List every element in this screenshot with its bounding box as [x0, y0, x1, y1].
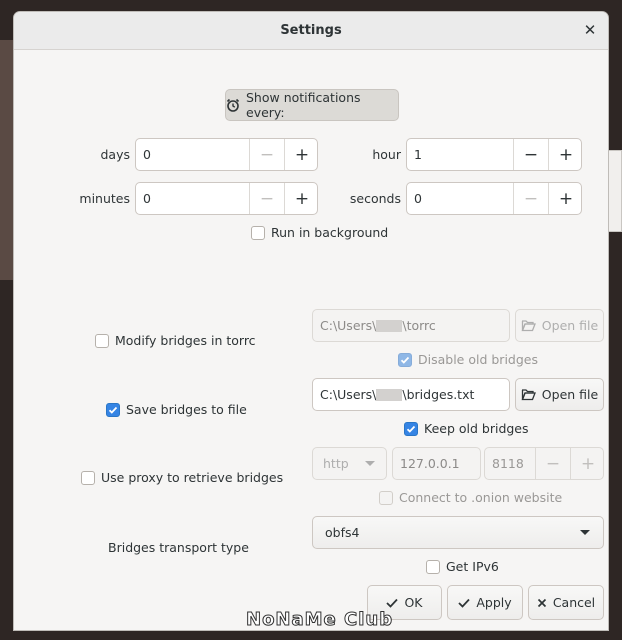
transport-type-value: obfs4 — [325, 525, 360, 540]
run-in-background-label: Run in background — [271, 225, 389, 240]
torrc-path-prefix: C:\Users\ — [320, 318, 377, 333]
keep-old-bridges-label: Keep old bridges — [424, 421, 529, 436]
connect-onion-label: Connect to .onion website — [399, 490, 563, 505]
get-ipv6-checkbox[interactable]: Get IPv6 — [426, 559, 499, 574]
hour-increment-icon[interactable]: + — [548, 139, 583, 170]
run-in-background-checkbox[interactable]: Run in background — [251, 225, 388, 240]
port-decrement-icon: − — [535, 448, 570, 479]
proxy-type-dropdown[interactable]: http — [312, 447, 387, 480]
save-bridges-label: Save bridges to file — [126, 402, 247, 417]
minutes-decrement-icon: − — [249, 183, 284, 214]
alarm-clock-icon — [226, 98, 240, 112]
close-icon — [537, 598, 547, 608]
cancel-button[interactable]: Cancel — [528, 585, 604, 620]
hour-spinner[interactable]: 1 − + — [406, 138, 582, 171]
bridges-open-file-button[interactable]: Open file — [515, 378, 604, 411]
use-proxy-checkbox[interactable]: Use proxy to retrieve bridges — [81, 470, 283, 485]
folder-open-icon — [521, 388, 536, 401]
modify-bridges-box[interactable] — [95, 333, 109, 348]
torrc-open-file-button[interactable]: Open file — [515, 309, 604, 342]
background-window-left — [0, 40, 14, 280]
proxy-type-value: http — [323, 456, 349, 471]
days-spinner[interactable]: 0 − + — [135, 138, 318, 171]
minutes-spinner[interactable]: 0 − + — [135, 182, 318, 215]
show-notifications-button[interactable]: Show notifications every: — [225, 89, 399, 121]
hour-value[interactable]: 1 — [414, 139, 422, 170]
save-bridges-checkbox[interactable]: Save bridges to file — [106, 402, 247, 417]
seconds-value[interactable]: 0 — [414, 183, 422, 214]
days-label: days — [100, 147, 130, 162]
torrc-path-suffix: \torrc — [402, 318, 436, 333]
torrc-open-file-label: Open file — [541, 318, 599, 333]
transport-type-dropdown[interactable]: obfs4 — [312, 516, 604, 549]
apply-button[interactable]: Apply — [447, 585, 523, 620]
save-bridges-box[interactable] — [106, 402, 120, 417]
connect-onion-checkbox[interactable]: Connect to .onion website — [379, 490, 562, 505]
proxy-port-spinner[interactable]: 8118 − + — [484, 447, 604, 480]
minutes-value[interactable]: 0 — [143, 183, 151, 214]
get-ipv6-label: Get IPv6 — [446, 559, 499, 574]
minutes-label: minutes — [79, 191, 130, 206]
proxy-host-value: 127.0.0.1 — [400, 456, 460, 471]
modify-bridges-label: Modify bridges in torrc — [115, 333, 256, 348]
seconds-spinner[interactable]: 0 − + — [406, 182, 582, 215]
days-decrement-icon: − — [249, 139, 284, 170]
days-increment-icon[interactable]: + — [284, 139, 319, 170]
keep-old-bridges-box[interactable] — [404, 421, 418, 436]
seconds-label: seconds — [349, 191, 401, 206]
minutes-increment-icon[interactable]: + — [284, 183, 319, 214]
keep-old-bridges-checkbox[interactable]: Keep old bridges — [404, 421, 529, 436]
bridges-path-suffix: \bridges.txt — [402, 387, 475, 402]
run-in-background-box[interactable] — [251, 225, 265, 240]
use-proxy-box[interactable] — [81, 470, 95, 485]
hour-label: hour — [372, 147, 401, 162]
chevron-down-icon — [579, 529, 591, 536]
chevron-down-icon — [364, 460, 376, 467]
seconds-increment-icon[interactable]: + — [548, 183, 583, 214]
disable-old-bridges-box[interactable] — [398, 352, 412, 367]
show-notifications-label: Show notifications every: — [246, 90, 361, 120]
settings-dialog: Settings ✕ Show notifications every: day… — [13, 11, 609, 631]
modify-bridges-checkbox[interactable]: Modify bridges in torrc — [95, 333, 256, 348]
proxy-port-value: 8118 — [492, 456, 524, 471]
bridges-file-path-field[interactable]: C:\Users\ \bridges.txt — [312, 378, 510, 411]
connect-onion-box[interactable] — [379, 490, 393, 505]
redacted-username — [376, 319, 403, 332]
window-title: Settings — [280, 23, 342, 38]
ok-label: OK — [404, 595, 423, 610]
seconds-decrement-icon: − — [513, 183, 548, 214]
title-bar: Settings ✕ — [14, 12, 608, 50]
apply-label: Apply — [476, 595, 512, 610]
check-icon — [386, 598, 399, 608]
use-proxy-label: Use proxy to retrieve bridges — [101, 470, 284, 485]
transport-type-label: Bridges transport type — [108, 540, 249, 555]
folder-open-icon — [521, 319, 536, 332]
days-value[interactable]: 0 — [143, 139, 151, 170]
bridges-path-prefix: C:\Users\ — [320, 387, 377, 402]
disable-old-bridges-label: Disable old bridges — [418, 352, 538, 367]
check-icon — [458, 598, 471, 608]
cancel-label: Cancel — [552, 595, 596, 610]
torrc-path-field[interactable]: C:\Users\ \torrc — [312, 309, 510, 342]
proxy-host-field[interactable]: 127.0.0.1 — [392, 447, 481, 480]
disable-old-bridges-checkbox[interactable]: Disable old bridges — [398, 352, 538, 367]
get-ipv6-box[interactable] — [426, 559, 440, 574]
watermark: NoNaMe Club — [245, 609, 394, 631]
close-icon[interactable]: ✕ — [580, 20, 600, 40]
redacted-username — [376, 388, 403, 401]
port-increment-icon: + — [570, 448, 605, 479]
hour-decrement-icon[interactable]: − — [513, 139, 548, 170]
bridges-open-file-label: Open file — [541, 387, 599, 402]
